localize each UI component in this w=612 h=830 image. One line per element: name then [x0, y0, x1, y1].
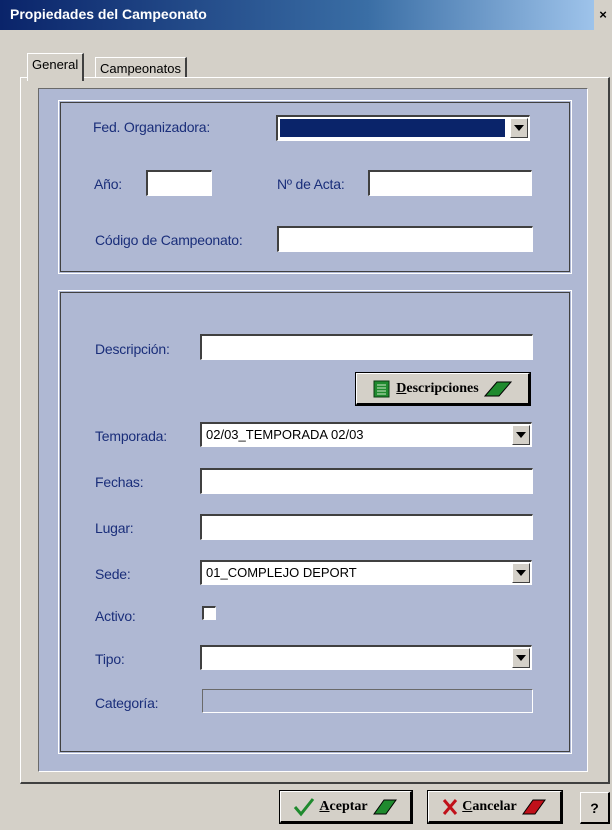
- cancelar-button[interactable]: Cancelar: [427, 790, 563, 824]
- activo-label: Activo:: [95, 608, 136, 624]
- tab-general-label: General: [32, 57, 79, 72]
- lugar-field[interactable]: [200, 514, 533, 540]
- aceptar-button[interactable]: Aceptar: [279, 790, 413, 824]
- codigo-field[interactable]: [277, 226, 533, 252]
- acta-label: Nº de Acta:: [277, 176, 345, 192]
- help-button[interactable]: ?: [580, 792, 610, 824]
- window-title: Propiedades del Campeonato: [10, 6, 207, 22]
- categoria-field: [202, 689, 533, 713]
- tipo-value: [204, 647, 507, 669]
- pencil-icon: [521, 799, 546, 814]
- tipo-label: Tipo:: [95, 651, 125, 667]
- anio-field[interactable]: [146, 170, 212, 196]
- lugar-label: Lugar:: [95, 520, 134, 536]
- tab-general[interactable]: General: [27, 53, 85, 81]
- fechas-label: Fechas:: [95, 474, 144, 490]
- sede-label: Sede:: [95, 566, 131, 582]
- activo-checkbox[interactable]: [202, 606, 216, 620]
- temporada-label: Temporada:: [95, 428, 167, 444]
- chevron-down-icon[interactable]: [510, 118, 528, 138]
- acta-field[interactable]: [368, 170, 532, 196]
- cross-icon: [443, 798, 458, 815]
- fechas-field[interactable]: [200, 468, 533, 494]
- sede-combo[interactable]: 01_COMPLEJO DEPORT: [200, 560, 532, 585]
- title-bar: Propiedades del Campeonato ×: [0, 0, 612, 30]
- help-label: ?: [590, 799, 599, 816]
- tipo-combo[interactable]: [200, 645, 532, 670]
- aceptar-label: Aceptar: [319, 798, 368, 814]
- chevron-down-icon[interactable]: [512, 563, 530, 583]
- sede-value: 01_COMPLEJO DEPORT: [206, 565, 357, 580]
- descripciones-button-label: Descripciones: [396, 380, 479, 396]
- descripcion-field[interactable]: [200, 334, 533, 360]
- tab-campeonatos-label: Campeonatos: [100, 61, 181, 76]
- cancelar-label: Cancelar: [462, 798, 517, 814]
- fed-organizadora-label: Fed. Organizadora:: [93, 119, 211, 135]
- close-icon[interactable]: ×: [594, 0, 612, 30]
- categoria-label: Categoría:: [95, 695, 159, 711]
- codigo-label: Código de Campeonato:: [95, 232, 243, 248]
- check-icon: [294, 797, 315, 816]
- fed-organizadora-value: [280, 119, 505, 137]
- descripciones-button[interactable]: Descripciones: [355, 372, 531, 406]
- temporada-combo[interactable]: 02/03_TEMPORADA 02/03: [200, 422, 532, 447]
- chevron-down-icon[interactable]: [512, 425, 530, 445]
- anio-label: Año:: [94, 176, 122, 192]
- descripcion-label: Descripción:: [95, 341, 170, 357]
- chevron-down-icon[interactable]: [512, 648, 530, 668]
- fed-organizadora-combo[interactable]: [276, 115, 530, 141]
- book-icon: [373, 380, 390, 397]
- pencil-icon: [483, 381, 512, 396]
- pencil-icon: [372, 799, 397, 814]
- temporada-value: 02/03_TEMPORADA 02/03: [206, 427, 364, 442]
